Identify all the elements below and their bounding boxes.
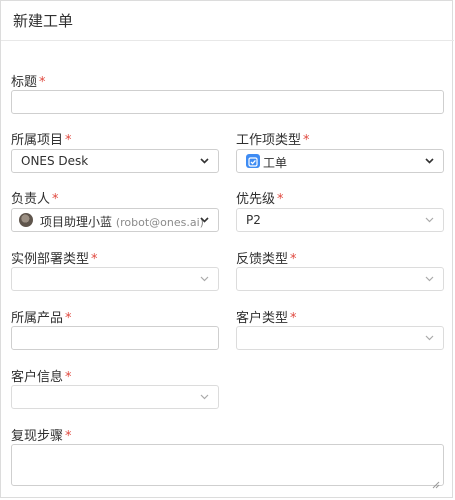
- title-label-text: 标题: [11, 75, 38, 90]
- product-label-text: 所属产品: [11, 311, 64, 326]
- priority-label: 优先级 *: [236, 188, 284, 207]
- assignee-name: 项目助理小蓝: [40, 215, 113, 229]
- chevron-down-icon: [425, 335, 434, 341]
- deploy-type-label: 实例部署类型 *: [11, 248, 98, 267]
- product-label: 所属产品 *: [11, 307, 72, 326]
- required-mark: *: [290, 252, 297, 267]
- required-mark: *: [303, 133, 310, 148]
- chevron-down-icon: [425, 158, 434, 164]
- title-input[interactable]: [11, 90, 444, 114]
- assignee-label: 负责人 *: [11, 188, 59, 207]
- dialog-header: 新建工单: [1, 1, 454, 41]
- customer-info-label: 客户信息 *: [11, 366, 72, 385]
- required-mark: *: [65, 133, 72, 148]
- customer-type-label-text: 客户类型: [236, 311, 289, 326]
- deploy-type-label-text: 实例部署类型: [11, 252, 90, 267]
- issue-type-label-text: 工作项类型: [236, 133, 302, 148]
- avatar: [19, 213, 33, 227]
- product-input[interactable]: [11, 326, 219, 350]
- priority-select[interactable]: P2: [236, 208, 444, 232]
- chevron-down-icon: [200, 217, 209, 223]
- ticket-check-icon: [246, 154, 260, 168]
- feedback-type-label-text: 反馈类型: [236, 252, 289, 267]
- customer-type-label: 客户类型 *: [236, 307, 297, 326]
- chevron-down-icon: [425, 217, 434, 223]
- issue-type-label: 工作项类型 *: [236, 129, 310, 148]
- dialog-title: 新建工单: [13, 12, 74, 30]
- feedback-type-label: 反馈类型 *: [236, 248, 297, 267]
- chevron-down-icon: [200, 276, 209, 282]
- customer-type-select[interactable]: [236, 326, 444, 350]
- required-mark: *: [91, 252, 98, 267]
- required-mark: *: [52, 192, 59, 207]
- deploy-type-select[interactable]: [11, 267, 219, 291]
- customer-info-select[interactable]: [11, 385, 219, 409]
- project-select[interactable]: ONES Desk: [11, 149, 219, 173]
- assignee-value: 项目助理小蓝 (robot@ones.ai): [40, 213, 204, 230]
- customer-info-label-text: 客户信息: [11, 370, 64, 385]
- priority-value: P2: [246, 213, 261, 227]
- required-mark: *: [65, 370, 72, 385]
- project-select-value: ONES Desk: [21, 154, 89, 168]
- assignee-select[interactable]: 项目助理小蓝 (robot@ones.ai): [11, 208, 219, 232]
- required-mark: *: [290, 311, 297, 326]
- new-ticket-dialog: 新建工单 标题 * 所属项目 * ONES Desk 工作项类型 * 工单 负责人 *: [0, 0, 454, 498]
- repro-steps-label: 复现步骤 *: [11, 425, 72, 444]
- repro-steps-textarea[interactable]: [11, 444, 444, 489]
- issue-type-select[interactable]: 工单: [236, 149, 444, 173]
- repro-steps-label-text: 复现步骤: [11, 429, 64, 444]
- required-mark: *: [277, 192, 284, 207]
- assignee-label-text: 负责人: [11, 192, 51, 207]
- resize-handle-icon[interactable]: [432, 474, 440, 489]
- required-mark: *: [65, 429, 72, 444]
- assignee-email: (robot@ones.ai): [115, 216, 204, 229]
- project-label: 所属项目 *: [11, 129, 72, 148]
- chevron-down-icon: [200, 158, 209, 164]
- issue-type-value: 工单: [263, 156, 288, 170]
- project-label-text: 所属项目: [11, 133, 64, 148]
- required-mark: *: [39, 75, 46, 90]
- feedback-type-select[interactable]: [236, 267, 444, 291]
- chevron-down-icon: [200, 394, 209, 400]
- required-mark: *: [65, 311, 72, 326]
- chevron-down-icon: [425, 276, 434, 282]
- priority-label-text: 优先级: [236, 192, 276, 207]
- title-label: 标题 *: [11, 71, 46, 90]
